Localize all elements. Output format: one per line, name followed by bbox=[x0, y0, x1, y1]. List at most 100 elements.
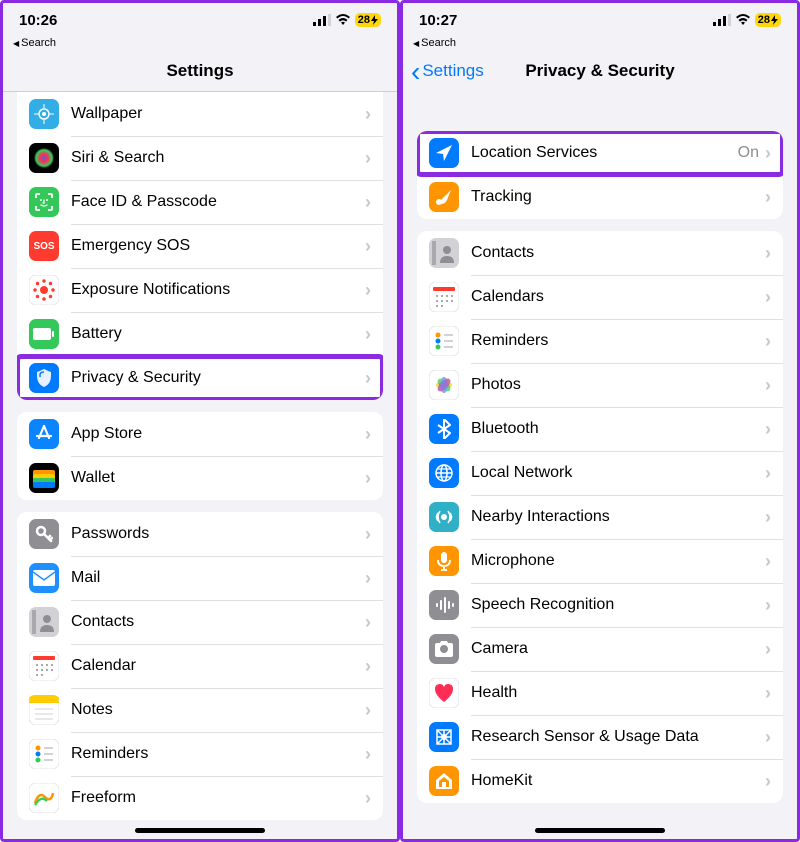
row-label: App Store bbox=[71, 425, 365, 443]
settings-row-calendar[interactable]: Calendar› bbox=[17, 644, 383, 688]
row-label: Wallpaper bbox=[71, 105, 365, 123]
location-icon bbox=[429, 138, 459, 168]
settings-row-appstore[interactable]: App Store› bbox=[17, 412, 383, 456]
settings-row-bluetooth[interactable]: Bluetooth› bbox=[417, 407, 783, 451]
row-label: Camera bbox=[471, 640, 765, 658]
chevron-right-icon: › bbox=[765, 507, 771, 528]
settings-group: Location ServicesOn›Tracking› bbox=[417, 131, 783, 219]
settings-row-privacy[interactable]: Privacy & Security› bbox=[17, 356, 383, 400]
settings-row-calendars[interactable]: Calendars› bbox=[417, 275, 783, 319]
settings-row-faceid[interactable]: Face ID & Passcode› bbox=[17, 180, 383, 224]
row-label: Contacts bbox=[471, 244, 765, 262]
settings-row-homekit[interactable]: HomeKit› bbox=[417, 759, 783, 803]
row-label: Health bbox=[471, 684, 765, 702]
settings-row-location[interactable]: Location ServicesOn› bbox=[417, 131, 783, 175]
chevron-right-icon: › bbox=[765, 595, 771, 616]
chevron-right-icon: › bbox=[365, 324, 371, 345]
settings-row-wallpaper[interactable]: Wallpaper› bbox=[17, 92, 383, 136]
settings-row-reminders2[interactable]: Reminders› bbox=[417, 319, 783, 363]
row-label: Siri & Search bbox=[71, 149, 365, 167]
row-label: Nearby Interactions bbox=[471, 508, 765, 526]
row-label: Calendars bbox=[471, 288, 765, 306]
battery-indicator: 28 bbox=[755, 13, 781, 27]
chevron-right-icon: › bbox=[365, 700, 371, 721]
photos-icon bbox=[429, 370, 459, 400]
settings-row-mail[interactable]: Mail› bbox=[17, 556, 383, 600]
row-label: Photos bbox=[471, 376, 765, 394]
battery-indicator: 28 bbox=[355, 13, 381, 27]
chevron-right-icon: › bbox=[365, 192, 371, 213]
chevron-right-icon: › bbox=[365, 568, 371, 589]
chevron-right-icon: › bbox=[365, 744, 371, 765]
wifi-icon bbox=[735, 14, 751, 26]
settings-row-battery[interactable]: Battery› bbox=[17, 312, 383, 356]
status-bar: 10:26 28 bbox=[3, 3, 397, 37]
chevron-right-icon: › bbox=[765, 639, 771, 660]
nav-title: Settings bbox=[166, 61, 233, 80]
siri-icon bbox=[29, 143, 59, 173]
tracking-icon bbox=[429, 182, 459, 212]
appstore-icon bbox=[29, 419, 59, 449]
freeform-icon bbox=[29, 783, 59, 813]
bluetooth-icon bbox=[429, 414, 459, 444]
row-label: Reminders bbox=[71, 745, 365, 763]
settings-row-notes[interactable]: Notes› bbox=[17, 688, 383, 732]
settings-row-speech[interactable]: Speech Recognition› bbox=[417, 583, 783, 627]
phone-privacy: 10:27 28 Search Settings Privacy & Secur… bbox=[400, 0, 800, 842]
settings-row-health[interactable]: Health› bbox=[417, 671, 783, 715]
row-label: Bluetooth bbox=[471, 420, 765, 438]
settings-row-passwords[interactable]: Passwords› bbox=[17, 512, 383, 556]
camera-icon bbox=[429, 634, 459, 664]
row-label: Mail bbox=[71, 569, 365, 587]
calendar-icon bbox=[29, 651, 59, 681]
status-time: 10:27 bbox=[419, 12, 457, 29]
chevron-right-icon: › bbox=[765, 463, 771, 484]
sos-icon: SOS bbox=[29, 231, 59, 261]
row-label: Microphone bbox=[471, 552, 765, 570]
row-label: Privacy & Security bbox=[71, 369, 365, 387]
settings-row-exposure[interactable]: Exposure Notifications› bbox=[17, 268, 383, 312]
row-label: Local Network bbox=[471, 464, 765, 482]
settings-row-tracking[interactable]: Tracking› bbox=[417, 175, 783, 219]
contacts2-icon bbox=[429, 238, 459, 268]
phone-settings: 10:26 28 Search Settings Wallpaper›Siri … bbox=[0, 0, 400, 842]
chevron-right-icon: › bbox=[365, 368, 371, 389]
localnetwork-icon bbox=[429, 458, 459, 488]
nav-back-button[interactable]: Settings bbox=[411, 61, 484, 81]
settings-row-photos[interactable]: Photos› bbox=[417, 363, 783, 407]
chevron-right-icon: › bbox=[765, 243, 771, 264]
settings-row-wallet[interactable]: Wallet› bbox=[17, 456, 383, 500]
row-label: Passwords bbox=[71, 525, 365, 543]
settings-row-reminders[interactable]: Reminders› bbox=[17, 732, 383, 776]
settings-row-contacts[interactable]: Contacts› bbox=[17, 600, 383, 644]
settings-list[interactable]: Wallpaper›Siri & Search›Face ID & Passco… bbox=[3, 92, 397, 839]
settings-row-localnetwork[interactable]: Local Network› bbox=[417, 451, 783, 495]
back-to-search[interactable]: Search bbox=[3, 37, 397, 53]
wallpaper-icon bbox=[29, 99, 59, 129]
health-icon bbox=[429, 678, 459, 708]
settings-row-camera[interactable]: Camera› bbox=[417, 627, 783, 671]
row-label: Contacts bbox=[71, 613, 365, 631]
settings-row-research[interactable]: Research Sensor & Usage Data› bbox=[417, 715, 783, 759]
row-label: Freeform bbox=[71, 789, 365, 807]
settings-row-contacts2[interactable]: Contacts› bbox=[417, 231, 783, 275]
home-indicator[interactable] bbox=[135, 828, 265, 833]
back-to-search[interactable]: Search bbox=[403, 37, 797, 53]
row-label: Emergency SOS bbox=[71, 237, 365, 255]
settings-row-nearby[interactable]: Nearby Interactions› bbox=[417, 495, 783, 539]
chevron-right-icon: › bbox=[365, 424, 371, 445]
settings-row-sos[interactable]: SOSEmergency SOS› bbox=[17, 224, 383, 268]
privacy-list[interactable]: Location ServicesOn›Tracking›Contacts›Ca… bbox=[403, 91, 797, 839]
settings-row-siri[interactable]: Siri & Search› bbox=[17, 136, 383, 180]
status-bar: 10:27 28 bbox=[403, 3, 797, 37]
home-indicator[interactable] bbox=[535, 828, 665, 833]
settings-row-microphone[interactable]: Microphone› bbox=[417, 539, 783, 583]
chevron-right-icon: › bbox=[365, 524, 371, 545]
nearby-icon bbox=[429, 502, 459, 532]
chevron-right-icon: › bbox=[765, 771, 771, 792]
wifi-icon bbox=[335, 14, 351, 26]
nav-bar: Settings Privacy & Security bbox=[403, 53, 797, 91]
settings-row-freeform[interactable]: Freeform› bbox=[17, 776, 383, 820]
chevron-right-icon: › bbox=[365, 468, 371, 489]
chevron-right-icon: › bbox=[365, 656, 371, 677]
